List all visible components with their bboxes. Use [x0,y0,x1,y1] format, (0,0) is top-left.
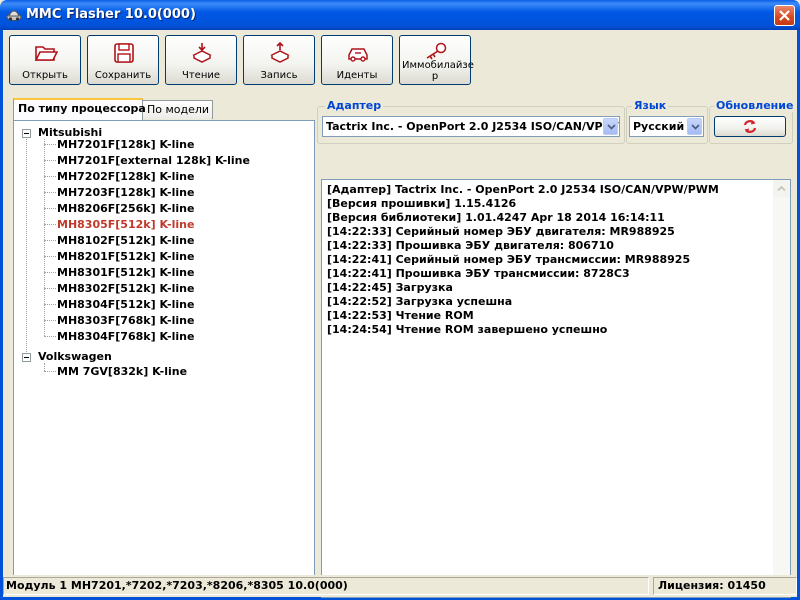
log-line: [14:22:41] Прошивка ЭБУ трансмиссии: 872… [327,267,630,280]
tree-item[interactable]: MH8304F[768k] K-line [57,329,194,345]
log-line: [14:22:33] Прошивка ЭБУ двигателя: 80671… [327,239,614,252]
status-license: Лицензия: 01450 [653,577,797,595]
refresh-button[interactable] [714,116,786,137]
chip-read-icon [192,43,212,63]
update-group: Обновление [709,99,796,144]
tree-item[interactable]: MH7203F[128k] K-line [57,185,194,201]
log-line: [Адаптер] Tactrix Inc. - OpenPort 2.0 J2… [327,183,719,196]
language-select-value: Русский [633,120,685,133]
tree-item[interactable]: MH8301F[512k] K-line [57,265,194,281]
log-line: [14:22:41] Серийный номер ЭБУ трансмисси… [327,253,691,266]
tree-item[interactable]: MH7202F[128k] K-line [57,169,194,185]
window-title: MMC Flasher 10.0(000) [26,7,196,22]
tree-item[interactable]: MH8102F[512k] K-line [57,233,194,249]
save-button[interactable]: Сохранить [87,35,159,85]
adapter-dropdown-arrow[interactable] [603,118,618,135]
refresh-icon [743,120,757,133]
chevron-down-icon [607,124,616,130]
processor-tree[interactable]: Mitsubishi MH7201F[128k] K-line MH7201F[… [13,120,315,596]
status-module: Модуль 1 MH7201,*7202,*7203,*8206,*8305 … [3,577,649,595]
tree-item[interactable]: MH7201F[128k] K-line [57,137,194,153]
tree-item-selected[interactable]: MH8305F[512k] K-line [57,217,194,233]
log-output[interactable]: [Адаптер] Tactrix Inc. - OpenPort 2.0 J2… [321,179,791,598]
title-bar[interactable]: MMC Flasher 10.0(000) [0,0,800,30]
log-line: [14:22:52] Загрузка успешна [327,295,513,308]
read-button[interactable]: Чтение [165,35,237,85]
adapter-group-title: Адаптер [325,99,384,112]
tree-item[interactable]: MH8304F[512k] K-line [57,297,194,313]
adapter-group: Адаптер Tactrix Inc. - OpenPort 2.0 J253… [317,99,625,144]
tree-item[interactable]: MH8201F[512k] K-line [57,249,194,265]
write-button[interactable]: Запись [243,35,315,85]
language-select[interactable]: Русский [629,116,704,137]
update-group-title: Обновление [714,99,796,112]
ident-button[interactable]: Иденты [321,35,393,85]
chevron-down-icon [691,124,700,130]
language-dropdown-arrow[interactable] [687,118,702,135]
log-line: [14:24:54] Чтение ROM завершено успешно [327,323,608,336]
main-window: MMC Flasher 10.0(000) Открыть Сохранить [0,0,800,600]
log-line: [Версия прошивки] 1.15.4126 [327,197,517,210]
adapter-select[interactable]: Tactrix Inc. - OpenPort 2.0 J2534 ISO/CA… [322,116,620,137]
tree-item[interactable]: MH8303F[768k] K-line [57,313,194,329]
immobilizer-button[interactable]: Иммобилайзе р [399,35,474,85]
client-area: Открыть Сохранить Чтение Запись Иденты И… [3,30,797,598]
expand-mitsubishi-toggle[interactable] [22,129,31,138]
app-car-icon [6,10,22,21]
immobilizer-button-label: Иммобилайзе р [402,60,474,82]
floppy-disk-icon [114,43,134,63]
log-line: [14:22:45] Загрузка [327,281,453,294]
open-button[interactable]: Открыть [9,35,81,85]
log-line: [14:22:33] Серийный номер ЭБУ двигателя:… [327,225,675,238]
tab-by-processor-label: По типу процессора [18,102,146,115]
car-ident-icon [348,48,368,62]
status-bar: Модуль 1 MH7201,*7202,*7203,*8206,*8305 … [3,575,797,597]
chip-write-icon [270,41,290,63]
scroll-up-button[interactable] [773,180,790,197]
close-button[interactable] [774,5,795,26]
ident-button-label: Иденты [336,70,378,81]
folder-open-icon [34,46,58,61]
write-button-label: Запись [260,70,298,81]
tab-by-model-label: По модели [147,103,210,116]
language-group-title: Язык [632,99,669,112]
expand-volkswagen-toggle[interactable] [22,353,31,362]
open-button-label: Открыть [22,70,68,81]
read-button-label: Чтение [181,70,221,81]
log-line: [14:22:53] Чтение ROM [327,309,474,322]
close-icon [779,10,790,21]
tree-item[interactable]: MH8206F[256k] K-line [57,201,194,217]
adapter-select-value: Tactrix Inc. - OpenPort 2.0 J2534 ISO/CA… [326,120,620,133]
tab-by-processor[interactable]: По типу процессора [13,98,146,120]
tree-item[interactable]: MH7201F[external 128k] K-line [57,153,250,169]
language-group: Язык Русский [626,99,708,144]
save-button-label: Сохранить [94,70,152,81]
tree-item[interactable]: MH8302F[512k] K-line [57,281,194,297]
log-line: [Версия библиотеки] 1.01.4247 Apr 18 201… [327,211,665,224]
tab-by-model[interactable]: По модели [142,100,213,119]
chevron-up-icon [777,186,786,191]
tree-group-volkswagen[interactable]: Volkswagen [38,349,112,365]
tree-item[interactable]: MM 7GV[832k] K-line [57,364,187,380]
log-scrollbar[interactable] [773,180,790,597]
